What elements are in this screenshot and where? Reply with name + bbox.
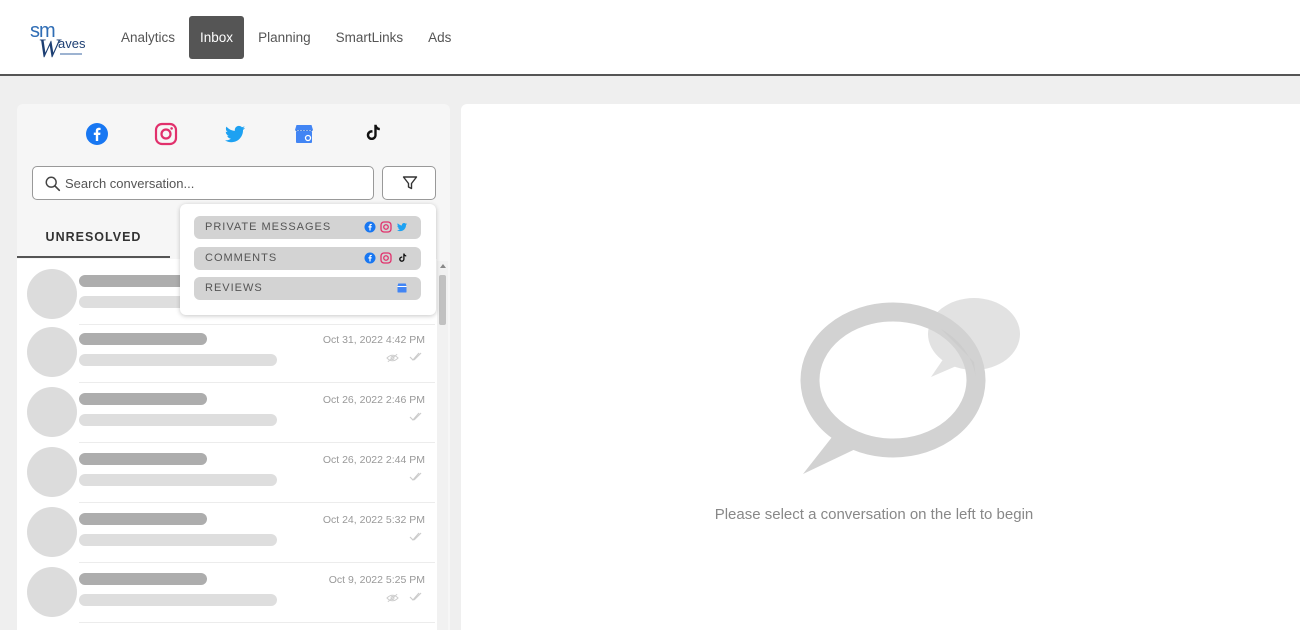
filter-icon [402,176,418,190]
google-business-icon[interactable] [292,122,318,148]
name-placeholder [79,333,207,345]
double-check-icon [409,472,422,481]
avatar [27,387,77,437]
scroll-thumb[interactable] [439,275,446,325]
instagram-icon [380,252,392,264]
instagram-icon [380,221,392,233]
filter-button[interactable] [382,166,436,200]
conversation-row[interactable]: Oct 9, 2022 5:25 PM [17,563,437,623]
conversation-row[interactable]: Oct 26, 2022 2:44 PM [17,443,437,503]
facebook-icon [364,221,376,233]
nav-planning[interactable]: Planning [247,16,322,59]
top-navigation-bar: sm W aves Analytics Inbox Planning Smart… [0,0,1300,76]
name-placeholder [79,453,207,465]
search-input[interactable] [65,172,365,194]
avatar [27,269,77,319]
message-placeholder [79,354,277,366]
name-placeholder [79,393,207,405]
message-placeholder [79,474,277,486]
double-check-icon [409,532,422,541]
smwaves-logo[interactable]: sm W aves [28,20,90,63]
filter-private-messages[interactable]: PRIVATE MESSAGES [194,216,421,239]
nav-smartlinks[interactable]: SmartLinks [325,16,415,59]
seen-eye-icon [386,353,399,363]
name-placeholder [79,513,207,525]
instagram-icon[interactable] [154,122,180,148]
nav-analytics[interactable]: Analytics [110,16,186,59]
message-placeholder [79,414,277,426]
double-check-icon [409,352,422,361]
conversation-row[interactable]: Oct 24, 2022 5:32 PM [17,503,437,563]
facebook-icon [364,252,376,264]
conversation-date: Oct 26, 2022 2:46 PM [322,394,425,406]
twitter-icon [397,222,407,232]
avatar [27,507,77,557]
tiktok-icon [399,253,407,262]
filter-dropdown-menu: PRIVATE MESSAGES COMMENTS REVIEWS [180,204,436,315]
scroll-up-arrow-icon[interactable] [440,264,446,268]
conversation-detail-panel: Please select a conversation on the left… [461,104,1300,630]
list-scrollbar[interactable] [437,261,448,630]
empty-state-message: Please select a conversation on the left… [714,506,1034,523]
name-placeholder [79,573,207,585]
main-nav: Analytics Inbox Planning SmartLinks Ads [110,16,465,59]
chat-bubbles-icon [800,298,1020,474]
avatar [27,327,77,377]
filter-comments[interactable]: COMMENTS [194,247,421,270]
filter-reviews[interactable]: REVIEWS [194,277,421,300]
conversation-panel: UNRESOLVED Oct 31, 2022 4:42 PM Oct 26, … [17,104,450,630]
double-check-icon [409,412,422,421]
avatar [27,567,77,617]
message-placeholder [79,534,277,546]
conversation-date: Oct 9, 2022 5:25 PM [328,574,425,586]
search-box [32,166,374,200]
nav-ads[interactable]: Ads [417,16,462,59]
message-placeholder [79,594,277,606]
google-business-icon [397,283,407,293]
seen-eye-icon [386,593,399,603]
nav-inbox[interactable]: Inbox [189,16,245,59]
twitter-icon[interactable] [223,122,249,148]
double-check-icon [409,592,422,601]
conversation-row[interactable]: Oct 26, 2022 2:46 PM [17,383,437,443]
search-icon [45,176,61,192]
conversation-date: Oct 31, 2022 4:42 PM [322,334,425,346]
facebook-icon[interactable] [85,122,111,148]
platform-filter-bar [17,122,450,152]
conversation-date: Oct 26, 2022 2:44 PM [322,454,425,466]
avatar [27,447,77,497]
conversation-row[interactable]: Oct 31, 2022 4:42 PM [17,323,437,383]
tiktok-icon[interactable] [361,122,387,148]
conversation-date: Oct 24, 2022 5:32 PM [322,514,425,526]
tab-unresolved[interactable]: UNRESOLVED [17,222,170,258]
